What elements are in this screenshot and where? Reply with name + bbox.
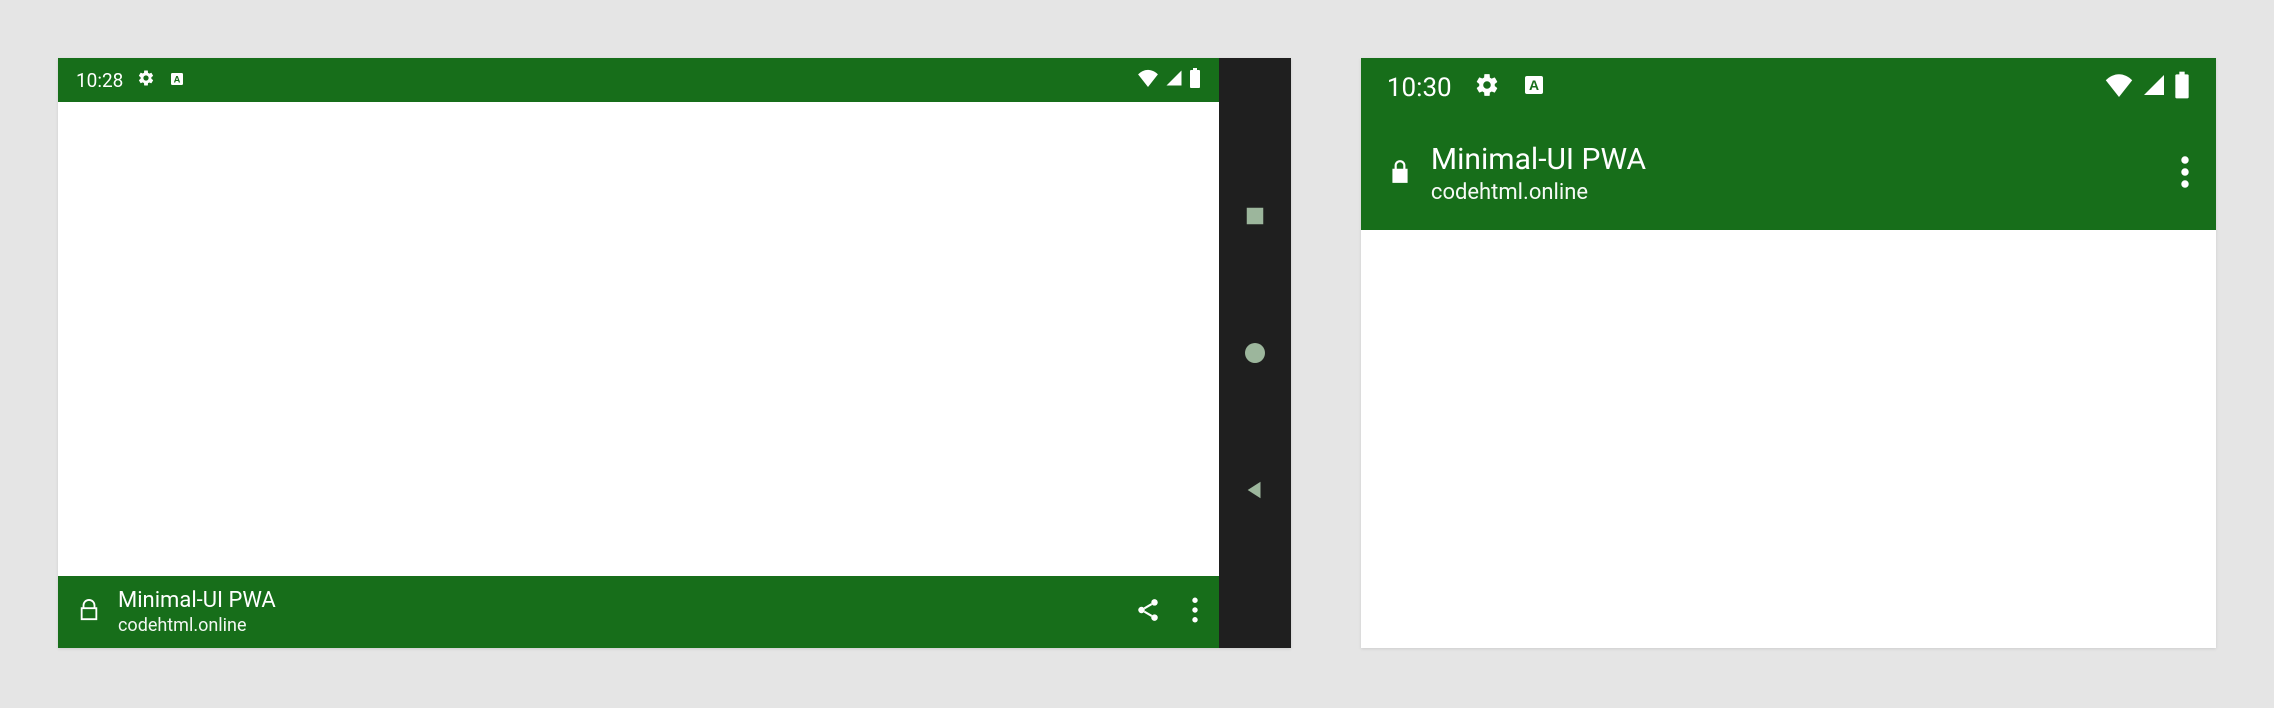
- share-icon[interactable]: [1135, 597, 1161, 627]
- app-badge-icon: A: [169, 69, 185, 92]
- nav-back-button[interactable]: [1242, 477, 1268, 503]
- more-icon[interactable]: [1191, 597, 1199, 627]
- nav-recent-button[interactable]: [1242, 203, 1268, 229]
- device-portrait: 10:30 A Minimal-UI PWA codehtm: [1361, 58, 2216, 648]
- system-nav-bar: [1219, 58, 1291, 648]
- nav-home-button[interactable]: [1242, 340, 1268, 366]
- app-badge-icon: A: [1522, 73, 1546, 104]
- device-landscape: 10:28 A: [58, 58, 1291, 648]
- status-time: 10:28: [76, 69, 123, 92]
- wifi-icon: [2104, 73, 2134, 104]
- app-title: Minimal-UI PWA: [118, 587, 1135, 615]
- app-title: Minimal-UI PWA: [1431, 140, 2180, 179]
- cellular-icon: [1165, 69, 1183, 92]
- lock-icon: [1387, 157, 1413, 191]
- status-bar[interactable]: 10:28 A: [58, 58, 1219, 102]
- cellular-icon: [2142, 73, 2166, 104]
- more-icon[interactable]: [2180, 156, 2190, 192]
- svg-text:A: A: [1529, 77, 1539, 93]
- battery-icon: [2174, 71, 2190, 106]
- wifi-icon: [1137, 69, 1159, 92]
- app-domain: codehtml.online: [1431, 179, 2180, 208]
- battery-icon: [1189, 68, 1201, 93]
- app-top-bar: Minimal-UI PWA codehtml.online: [1361, 118, 2216, 230]
- status-bar[interactable]: 10:30 A: [1361, 58, 2216, 118]
- content-area: [1361, 230, 2216, 648]
- lock-icon: [78, 597, 100, 627]
- svg-text:A: A: [174, 74, 181, 84]
- gear-icon: [1474, 72, 1500, 105]
- content-area: [58, 102, 1219, 576]
- gear-icon: [137, 69, 155, 92]
- app-bottom-bar: Minimal-UI PWA codehtml.online: [58, 576, 1219, 648]
- app-domain: codehtml.online: [118, 615, 1135, 638]
- status-time: 10:30: [1387, 73, 1452, 103]
